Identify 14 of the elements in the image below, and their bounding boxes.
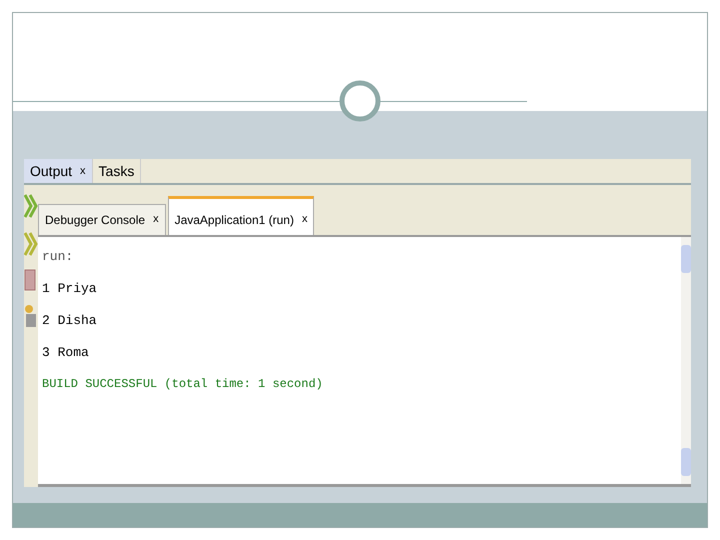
console-tab[interactable]: Debugger Console x: [38, 204, 166, 235]
rerun-icon[interactable]: [24, 193, 38, 219]
stop-icon[interactable]: [24, 269, 36, 291]
output-tab[interactable]: Tasks: [92, 159, 142, 183]
output-line: 3 Roma: [42, 345, 90, 362]
output-tab[interactable]: Output x: [24, 159, 93, 183]
output-line: 2 Disha: [42, 313, 98, 330]
output-line: run:: [42, 249, 74, 266]
scroll-down-button[interactable]: [681, 448, 691, 476]
output-line: 1 Priya: [42, 281, 98, 298]
output-line: BUILD SUCCESSFUL (total time: 1 second): [42, 377, 324, 393]
rerun-icon[interactable]: [24, 231, 38, 257]
scroll-up-button[interactable]: [681, 245, 691, 273]
console-tab[interactable]: JavaApplication1 (run) x: [168, 196, 314, 235]
